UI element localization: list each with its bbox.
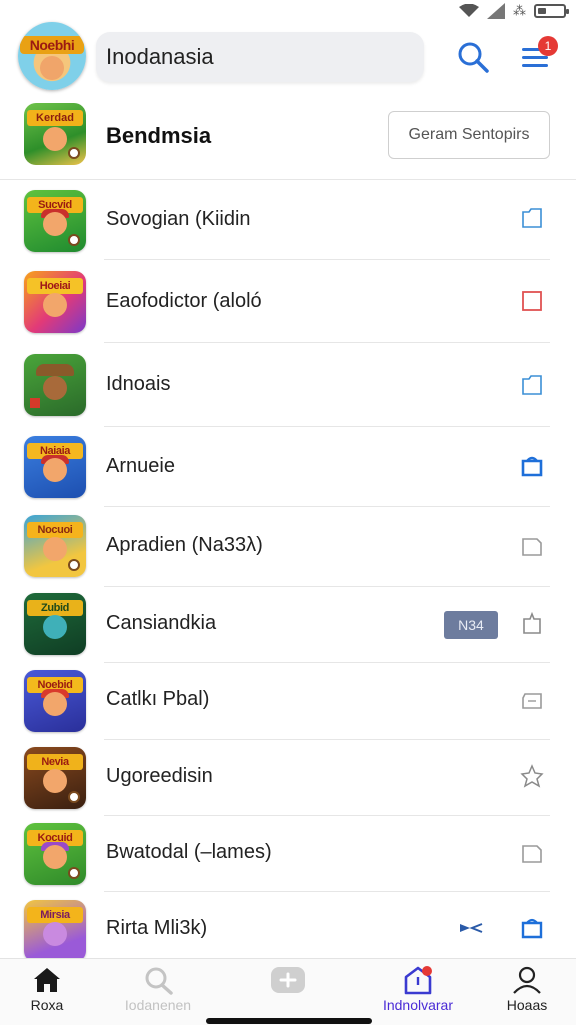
app-logo[interactable]: Noebhi bbox=[18, 22, 86, 90]
game-icon: Nevia bbox=[24, 747, 86, 809]
nav-add[interactable] bbox=[268, 965, 308, 995]
home-indicator[interactable] bbox=[206, 1018, 372, 1024]
add-icon bbox=[271, 967, 305, 993]
search-bar-text: Inodanasia bbox=[106, 44, 214, 69]
bookmark-icon[interactable] bbox=[520, 612, 544, 636]
header: Noebhi Inodanasia bbox=[0, 22, 576, 92]
search-refresh-icon bbox=[145, 967, 173, 995]
featured-game-icon: Kerdad bbox=[24, 103, 86, 165]
status-icons: ⁂ bbox=[459, 3, 569, 19]
game-title: Eaofodictor (aloló bbox=[106, 290, 262, 312]
game-tag: N34 bbox=[444, 611, 498, 639]
home-icon bbox=[34, 968, 60, 992]
battery-icon bbox=[534, 4, 569, 18]
game-title: Sovogian (Kiidin bbox=[106, 208, 251, 230]
list-item[interactable]: Idnoais bbox=[0, 343, 576, 427]
list-item[interactable]: Zubid Cansiandkia N34 bbox=[0, 587, 576, 663]
app-logo-character bbox=[40, 56, 64, 80]
list-item[interactable]: Hoeiai Eaofodictor (aloló bbox=[0, 260, 576, 343]
game-icon: Zubid bbox=[24, 593, 86, 655]
game-title: Cansiandkia bbox=[106, 612, 217, 634]
game-icon: Naiaia bbox=[24, 436, 86, 498]
game-icon-text: Hoeiai bbox=[27, 278, 83, 294]
list-item[interactable]: Kocuid Bwatodal (–lames) bbox=[0, 816, 576, 892]
nav-profile-label: Hoaas bbox=[506, 997, 548, 1013]
game-icon: Sucvid bbox=[24, 190, 86, 252]
folder-outline-icon[interactable] bbox=[520, 206, 544, 230]
square-red-icon[interactable] bbox=[520, 289, 544, 313]
nav-notifications[interactable]: Indnolvarar bbox=[368, 965, 468, 1013]
folder-grey-icon[interactable] bbox=[520, 534, 544, 558]
game-title: Catlkı Pbal) bbox=[106, 688, 210, 710]
game-icon: Nocuoi bbox=[24, 515, 86, 577]
game-icon: Mirsia bbox=[24, 900, 86, 962]
game-icon bbox=[24, 354, 86, 416]
game-icon: Noebid bbox=[24, 670, 86, 732]
nav-notifications-label: Indnolvarar bbox=[382, 997, 454, 1013]
game-title: Apradien (Na33λ) bbox=[106, 534, 263, 556]
featured-row[interactable]: Kerdad Bendmsia Geram Sentopirs bbox=[0, 93, 576, 180]
game-icon-text: Nocuoi bbox=[27, 522, 83, 538]
list-item[interactable]: Noebid Catlkı Pbal) bbox=[0, 663, 576, 740]
ticket-icon[interactable] bbox=[520, 689, 544, 713]
nav-profile[interactable]: Hoaas bbox=[494, 965, 560, 1013]
network-icon: ⁂ bbox=[513, 3, 526, 18]
folder-grey-icon[interactable] bbox=[520, 841, 544, 865]
bag-outline-blue-icon[interactable] bbox=[520, 916, 544, 940]
wifi-icon bbox=[459, 4, 479, 17]
game-icon-text: Nevia bbox=[27, 754, 83, 770]
list-item[interactable]: Nocuoi Apradien (Na33λ) bbox=[0, 507, 576, 587]
search-bar[interactable]: Inodanasia bbox=[96, 32, 424, 82]
search-icon[interactable] bbox=[456, 40, 490, 74]
nav-search-label: Iodanenen bbox=[124, 997, 192, 1013]
pinch-icon[interactable] bbox=[458, 921, 484, 935]
game-icon-text: Mirsia bbox=[27, 907, 83, 923]
notification-badge: 1 bbox=[538, 36, 558, 56]
nav-home[interactable]: Roxa bbox=[12, 965, 82, 1013]
list-item[interactable]: Nevia Ugoreedisin bbox=[0, 740, 576, 816]
list-item[interactable]: Sucvid Sovogian (Kiidin bbox=[0, 180, 576, 260]
game-title: Bwatodal (–lames) bbox=[106, 841, 272, 863]
game-icon: Kocuid bbox=[24, 823, 86, 885]
game-title: Rirta Mli3k) bbox=[106, 917, 208, 939]
featured-icon-text: Kerdad bbox=[27, 110, 83, 126]
bottom-nav: Roxa Iodanenen Indnolvarar Hoaas bbox=[0, 958, 576, 1025]
game-title: Idnoais bbox=[106, 373, 171, 395]
notification-home-icon bbox=[404, 966, 432, 995]
folder-outline-icon[interactable] bbox=[520, 373, 544, 397]
game-icon-text: Zubid bbox=[27, 600, 83, 616]
list-item[interactable]: Mirsia Rirta Mli3k) bbox=[0, 892, 576, 962]
nav-search[interactable]: Iodanenen bbox=[108, 965, 208, 1013]
game-title: Ugoreedisin bbox=[106, 765, 213, 787]
featured-action-button[interactable]: Geram Sentopirs bbox=[388, 111, 550, 159]
bag-solid-icon[interactable] bbox=[520, 454, 544, 478]
list-item[interactable]: Naiaia Arnueie bbox=[0, 427, 576, 507]
star-outline-icon[interactable] bbox=[520, 764, 544, 788]
featured-title: Bendmsia bbox=[106, 123, 212, 148]
nav-home-label: Roxa bbox=[30, 997, 64, 1013]
profile-icon bbox=[513, 966, 541, 994]
game-title: Arnueie bbox=[106, 455, 175, 477]
app-logo-text: Noebhi bbox=[20, 36, 84, 54]
cell-signal-icon bbox=[487, 3, 505, 19]
game-icon: Hoeiai bbox=[24, 271, 86, 333]
